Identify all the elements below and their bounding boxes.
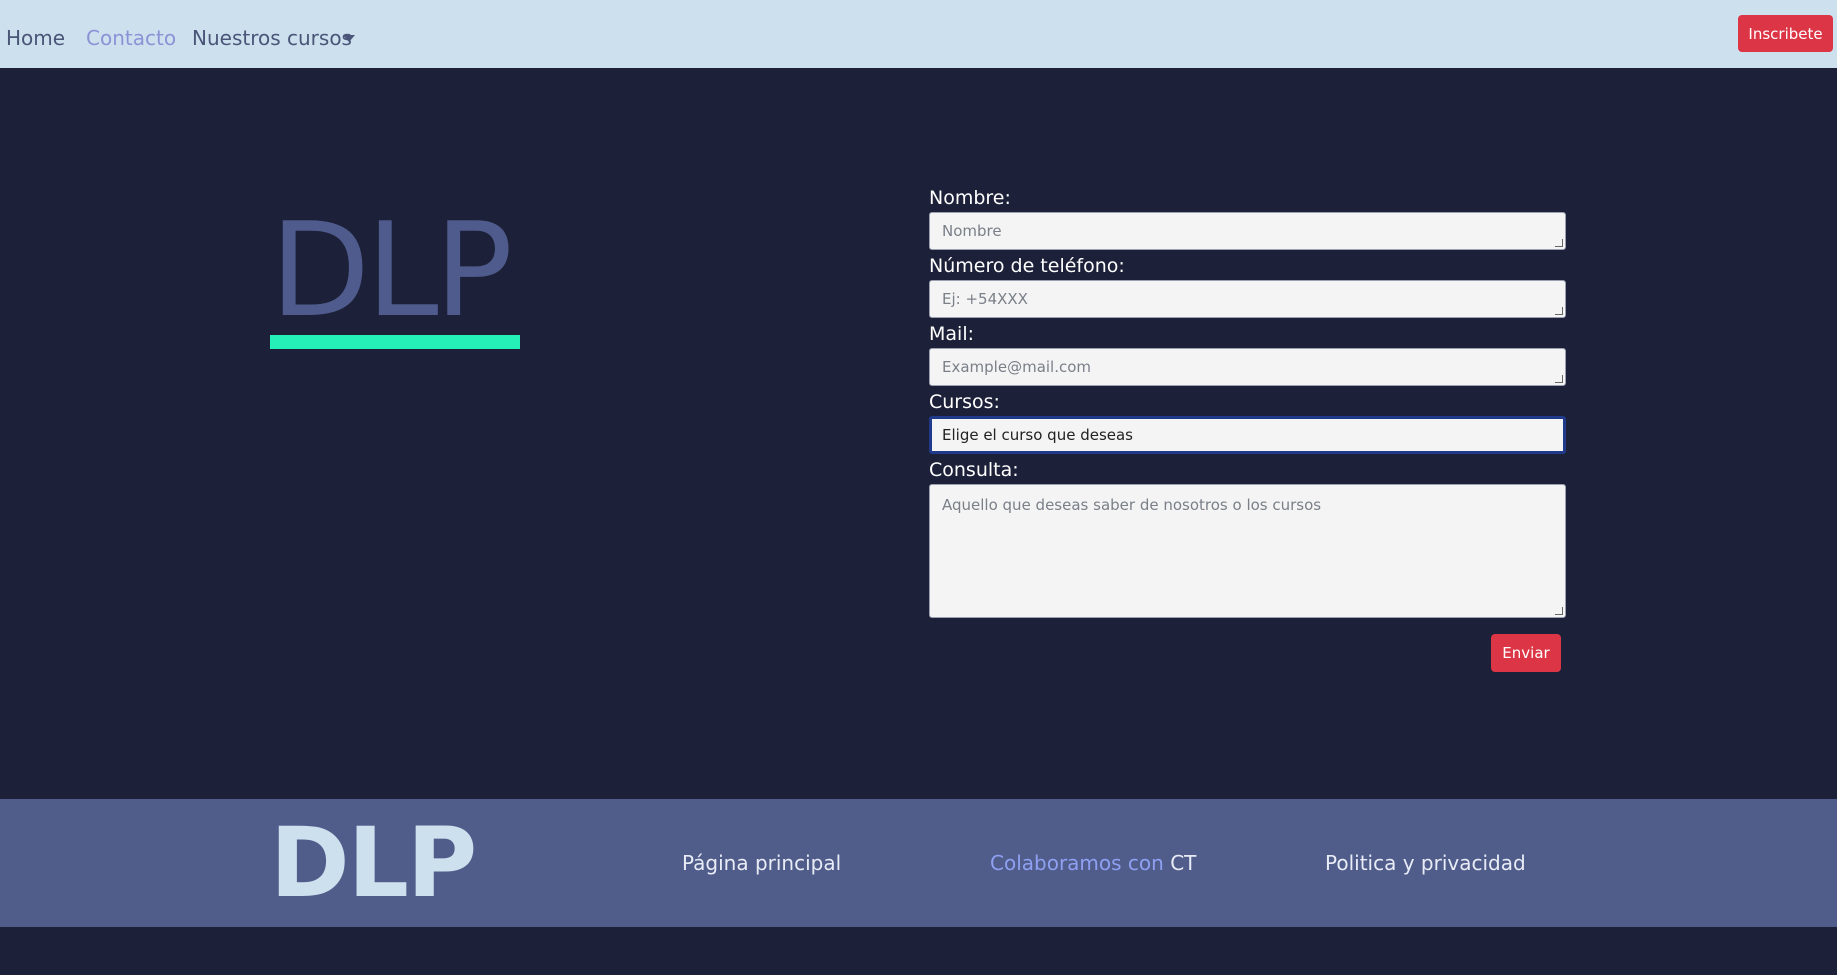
footer-link-colaboramos-suffix: CT bbox=[1170, 851, 1197, 875]
site-footer: DLP Página principal Colaboramos con CT … bbox=[0, 799, 1837, 927]
footer-link-home[interactable]: Página principal bbox=[682, 850, 841, 876]
cursos-select[interactable]: Elige el curso que deseas bbox=[929, 416, 1566, 454]
chevron-down-icon[interactable] bbox=[343, 35, 355, 42]
hero-logo: DLP bbox=[270, 194, 513, 346]
resize-handle-icon[interactable] bbox=[1555, 239, 1563, 247]
inscribete-button[interactable]: Inscribete bbox=[1738, 15, 1833, 52]
resize-handle-icon[interactable] bbox=[1555, 607, 1563, 615]
nav-link-contacto[interactable]: Contacto bbox=[86, 24, 176, 52]
nav-dropdown-cursos[interactable]: Nuestros cursos bbox=[192, 24, 352, 52]
cursos-label: Cursos: bbox=[929, 391, 1000, 413]
nav-link-home[interactable]: Home bbox=[6, 24, 65, 52]
mail-input[interactable]: Example@mail.com bbox=[929, 348, 1566, 386]
footer-logo: DLP bbox=[270, 807, 477, 919]
nombre-input[interactable]: Nombre bbox=[929, 212, 1566, 250]
top-navbar: Home Contacto Nuestros cursos Inscribete bbox=[0, 0, 1837, 68]
footer-link-colaboramos[interactable]: Colaboramos con CT bbox=[990, 850, 1196, 876]
footer-link-privacidad[interactable]: Politica y privacidad bbox=[1325, 850, 1526, 876]
resize-handle-icon[interactable] bbox=[1555, 375, 1563, 383]
hero-logo-underline bbox=[270, 335, 520, 349]
consulta-label: Consulta: bbox=[929, 459, 1019, 481]
telefono-label: Número de teléfono: bbox=[929, 255, 1125, 277]
resize-handle-icon[interactable] bbox=[1555, 307, 1563, 315]
mail-label: Mail: bbox=[929, 323, 974, 345]
enviar-button[interactable]: Enviar bbox=[1491, 634, 1561, 672]
telefono-input[interactable]: Ej: +54XXX bbox=[929, 280, 1566, 318]
nombre-label: Nombre: bbox=[929, 187, 1011, 209]
consulta-textarea[interactable]: Aquello que deseas saber de nosotros o l… bbox=[929, 484, 1566, 618]
footer-link-colaboramos-prefix: Colaboramos con bbox=[990, 851, 1164, 875]
